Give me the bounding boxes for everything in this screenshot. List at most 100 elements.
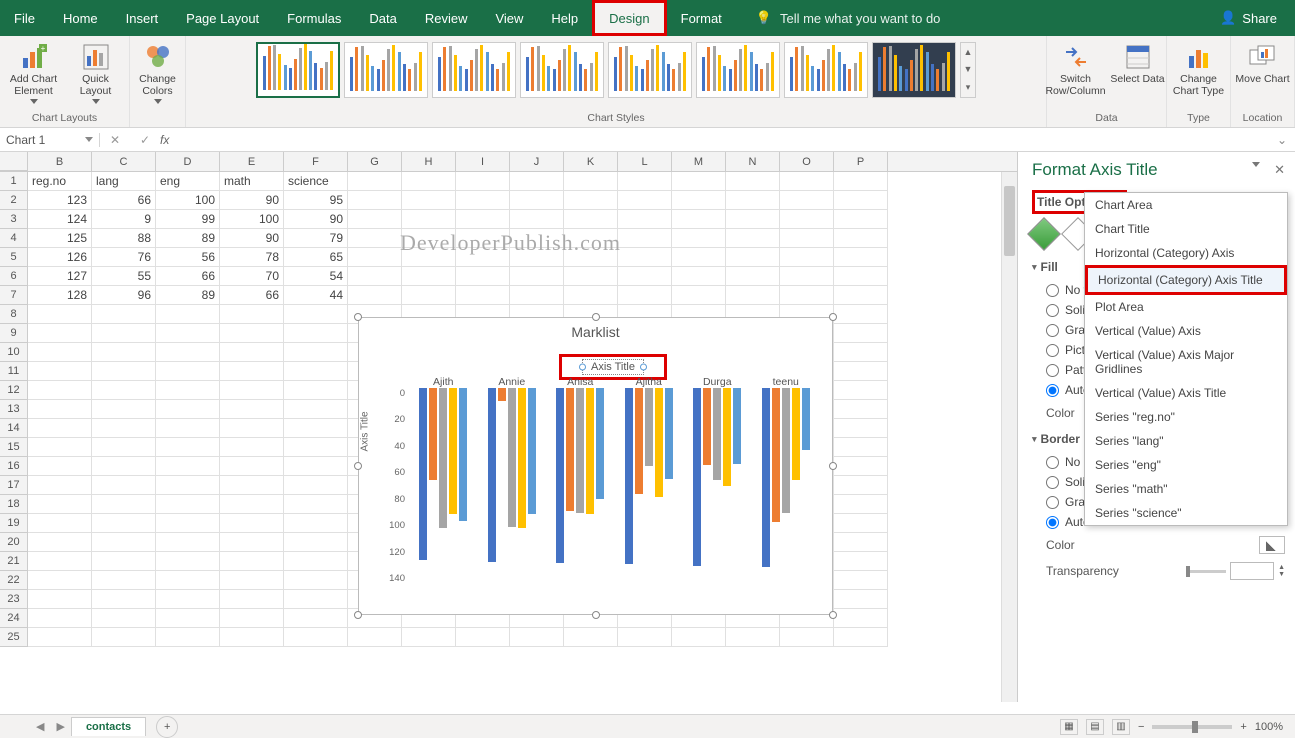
cell[interactable] bbox=[348, 267, 402, 286]
cell[interactable] bbox=[510, 267, 564, 286]
bar[interactable] bbox=[459, 388, 467, 521]
chart-plot-area[interactable] bbox=[409, 388, 820, 584]
cell[interactable] bbox=[834, 609, 888, 628]
cell[interactable] bbox=[780, 628, 834, 647]
cell[interactable]: 126 bbox=[28, 248, 92, 267]
cell[interactable] bbox=[834, 324, 888, 343]
bar[interactable] bbox=[802, 388, 810, 450]
cell[interactable] bbox=[780, 286, 834, 305]
zoom-slider[interactable] bbox=[1152, 725, 1232, 729]
cell[interactable] bbox=[156, 628, 220, 647]
bar[interactable] bbox=[596, 388, 604, 499]
cell[interactable] bbox=[834, 438, 888, 457]
normal-view-button[interactable]: ▦ bbox=[1060, 719, 1078, 735]
cell[interactable]: 66 bbox=[220, 286, 284, 305]
cell[interactable] bbox=[618, 229, 672, 248]
ribbon-tab-file[interactable]: File bbox=[0, 0, 49, 36]
dropdown-item[interactable]: Chart Title bbox=[1085, 217, 1287, 241]
zoom-in-button[interactable]: + bbox=[1240, 721, 1246, 733]
bar[interactable] bbox=[665, 388, 673, 479]
column-header[interactable]: M bbox=[672, 152, 726, 171]
chart-title[interactable]: Marklist bbox=[359, 318, 832, 340]
bar[interactable] bbox=[713, 388, 721, 480]
row-header[interactable]: 5 bbox=[0, 248, 28, 267]
cell[interactable]: 56 bbox=[156, 248, 220, 267]
cell[interactable]: 88 bbox=[92, 229, 156, 248]
cell[interactable] bbox=[834, 571, 888, 590]
cell[interactable] bbox=[834, 495, 888, 514]
cell[interactable] bbox=[672, 172, 726, 191]
cell[interactable] bbox=[564, 229, 618, 248]
cell[interactable] bbox=[348, 210, 402, 229]
bar[interactable] bbox=[693, 388, 701, 566]
zoom-out-button[interactable]: − bbox=[1138, 721, 1144, 733]
cell[interactable] bbox=[348, 286, 402, 305]
cell[interactable] bbox=[834, 419, 888, 438]
chart-style-thumb[interactable] bbox=[344, 42, 428, 98]
cell[interactable] bbox=[92, 533, 156, 552]
resize-handle[interactable] bbox=[592, 313, 600, 321]
zoom-level[interactable]: 100% bbox=[1255, 721, 1283, 733]
cell[interactable] bbox=[284, 514, 348, 533]
cell[interactable] bbox=[780, 229, 834, 248]
cell[interactable] bbox=[672, 286, 726, 305]
cell[interactable] bbox=[156, 324, 220, 343]
cell[interactable] bbox=[284, 533, 348, 552]
cell[interactable] bbox=[284, 495, 348, 514]
column-header[interactable]: G bbox=[348, 152, 402, 171]
cell[interactable] bbox=[618, 267, 672, 286]
cell[interactable] bbox=[92, 514, 156, 533]
cell[interactable] bbox=[780, 248, 834, 267]
cell[interactable] bbox=[156, 533, 220, 552]
cell[interactable] bbox=[456, 267, 510, 286]
column-header[interactable]: H bbox=[402, 152, 456, 171]
row-header[interactable]: 17 bbox=[0, 476, 28, 495]
row-header[interactable]: 16 bbox=[0, 457, 28, 476]
cell[interactable] bbox=[510, 628, 564, 647]
cell[interactable] bbox=[456, 210, 510, 229]
cell[interactable] bbox=[92, 571, 156, 590]
row-header[interactable]: 21 bbox=[0, 552, 28, 571]
cell[interactable] bbox=[156, 419, 220, 438]
dropdown-item[interactable]: Plot Area bbox=[1085, 295, 1287, 319]
cell[interactable]: 128 bbox=[28, 286, 92, 305]
chart-style-thumb[interactable] bbox=[696, 42, 780, 98]
share-button[interactable]: 👤 Share bbox=[1202, 0, 1295, 36]
cell[interactable] bbox=[156, 590, 220, 609]
cell[interactable] bbox=[510, 248, 564, 267]
cell[interactable] bbox=[726, 210, 780, 229]
cell[interactable] bbox=[834, 552, 888, 571]
cell[interactable] bbox=[28, 400, 92, 419]
chart-style-thumb[interactable] bbox=[256, 42, 340, 98]
cell[interactable] bbox=[284, 419, 348, 438]
cell[interactable] bbox=[92, 609, 156, 628]
cancel-icon[interactable]: ✕ bbox=[110, 133, 120, 147]
cell[interactable] bbox=[28, 628, 92, 647]
cell[interactable] bbox=[220, 343, 284, 362]
cell[interactable] bbox=[92, 419, 156, 438]
cell[interactable] bbox=[220, 590, 284, 609]
cell[interactable]: 9 bbox=[92, 210, 156, 229]
cell[interactable] bbox=[28, 552, 92, 571]
cell[interactable] bbox=[834, 343, 888, 362]
cell[interactable]: 96 bbox=[92, 286, 156, 305]
cell[interactable] bbox=[156, 571, 220, 590]
cell[interactable] bbox=[156, 305, 220, 324]
cell[interactable] bbox=[220, 628, 284, 647]
column-header[interactable]: N bbox=[726, 152, 780, 171]
cell[interactable] bbox=[220, 609, 284, 628]
cell[interactable]: lang bbox=[92, 172, 156, 191]
chart-style-thumb[interactable] bbox=[520, 42, 604, 98]
cell[interactable] bbox=[348, 229, 402, 248]
cell[interactable] bbox=[672, 628, 726, 647]
cell[interactable]: 100 bbox=[156, 191, 220, 210]
column-header[interactable]: L bbox=[618, 152, 672, 171]
bar[interactable] bbox=[556, 388, 564, 563]
ribbon-tab-page-layout[interactable]: Page Layout bbox=[172, 0, 273, 36]
cell[interactable]: 54 bbox=[284, 267, 348, 286]
cell[interactable] bbox=[834, 457, 888, 476]
spin-up[interactable]: ▲ bbox=[1278, 564, 1285, 571]
cell[interactable] bbox=[92, 305, 156, 324]
cell[interactable] bbox=[220, 457, 284, 476]
column-header[interactable]: B bbox=[28, 152, 92, 171]
